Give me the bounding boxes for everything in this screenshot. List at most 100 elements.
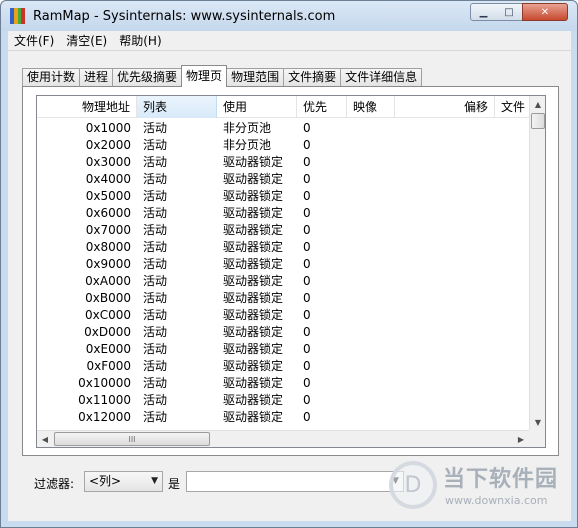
table-row[interactable]: 0x3000 活动 驱动器锁定 0 bbox=[37, 154, 529, 171]
minimize-icon: ▁ bbox=[479, 6, 488, 18]
scroll-right-icon[interactable]: ▶ bbox=[513, 431, 529, 447]
list-body: 0x1000 活动 非分页池 0 0x2000 活动 非分页池 0 0x3000 活动 驱动器锁定 0… bbox=[37, 120, 529, 427]
tab-priority-summary[interactable]: 优先级摘要 bbox=[112, 68, 183, 87]
maximize-icon: □ bbox=[504, 6, 514, 18]
title-bar[interactable]: RamMap - Sysinternals: www.sysinternals.… bbox=[1, 1, 577, 31]
cell-list: 活动 bbox=[143, 206, 168, 220]
table-row[interactable]: 0x13000活动驱动器锁定0 bbox=[37, 426, 529, 427]
horizontal-scrollbar[interactable]: ◀ III ▶ bbox=[37, 430, 529, 447]
table-row[interactable]: 0x9000 活动 驱动器锁定 0 bbox=[37, 256, 529, 273]
cell-priority: 0 bbox=[303, 342, 311, 356]
cell-use: 驱动器锁定 bbox=[223, 359, 284, 373]
table-row[interactable]: 0xE000 活动 驱动器锁定 0 bbox=[37, 341, 529, 358]
cell-use: 驱动器锁定 bbox=[223, 223, 284, 237]
maximize-button[interactable]: □ bbox=[496, 3, 523, 21]
vertical-scroll-thumb[interactable] bbox=[531, 113, 545, 129]
filter-value-select[interactable]: ▼ bbox=[186, 471, 404, 492]
filter-column-select[interactable]: <列> ▼ bbox=[84, 471, 163, 492]
table-row[interactable]: 0x6000 活动 驱动器锁定 0 bbox=[37, 205, 529, 222]
table-row[interactable]: 0xB000 活动 驱动器锁定 0 bbox=[37, 290, 529, 307]
cell-list: 活动 bbox=[143, 257, 168, 271]
menu-file[interactable]: 文件(F) bbox=[8, 32, 60, 49]
table-row[interactable]: 0x10000 活动 驱动器锁定 0 bbox=[37, 375, 529, 392]
scroll-left-icon[interactable]: ◀ bbox=[37, 431, 53, 447]
table-row[interactable]: 0x5000 活动 驱动器锁定 0 bbox=[37, 188, 529, 205]
table-row[interactable]: 0x8000 活动 驱动器锁定 0 bbox=[37, 239, 529, 256]
table-row[interactable]: 0x2000 活动 非分页池 0 bbox=[37, 137, 529, 154]
table-row[interactable]: 0x1000 活动 非分页池 0 bbox=[37, 120, 529, 137]
cell-use: 驱动器锁定 bbox=[223, 274, 284, 288]
cell-priority: 0 bbox=[303, 172, 311, 186]
table-row[interactable]: 0x11000 活动 驱动器锁定 0 bbox=[37, 392, 529, 409]
cell-priority: 0 bbox=[303, 138, 311, 152]
cell-list: 活动 bbox=[143, 376, 168, 390]
tab-file-summary[interactable]: 文件摘要 bbox=[283, 68, 342, 87]
window-title: RamMap - Sysinternals: www.sysinternals.… bbox=[33, 9, 336, 24]
cell-use: 驱动器锁定 bbox=[223, 172, 284, 186]
cell-physical-address: 0x9000 bbox=[85, 257, 131, 271]
tab-processes[interactable]: 进程 bbox=[79, 68, 114, 87]
tab-use-counts[interactable]: 使用计数 bbox=[22, 68, 81, 87]
cell-list: 活动 bbox=[143, 359, 168, 373]
table-row[interactable]: 0x7000 活动 驱动器锁定 0 bbox=[37, 222, 529, 239]
cell-physical-address: 0x2000 bbox=[85, 138, 131, 152]
column-list[interactable]: 列表 bbox=[137, 96, 217, 118]
cell-list: 活动 bbox=[143, 308, 168, 322]
column-offset[interactable]: 偏移 bbox=[395, 96, 495, 118]
close-button[interactable]: ✕ bbox=[522, 3, 568, 21]
cell-priority: 0 bbox=[303, 376, 311, 390]
tab-physical-pages[interactable]: 物理页 bbox=[181, 65, 228, 87]
menu-empty[interactable]: 清空(E) bbox=[60, 32, 113, 49]
physical-pages-panel: 物理地址 列表 使用 优先 映像 偏移 文件 0x1000 活动 非分页池 0 0x20… bbox=[22, 86, 559, 456]
cell-priority: 0 bbox=[303, 291, 311, 305]
cell-use: 驱动器锁定 bbox=[223, 376, 284, 390]
column-file[interactable]: 文件 bbox=[495, 96, 529, 118]
column-image[interactable]: 映像 bbox=[347, 96, 395, 118]
cell-physical-address: 0x13000 bbox=[37, 426, 137, 427]
cell-priority: 0 bbox=[303, 206, 311, 220]
filter-is-label: 是 bbox=[168, 477, 181, 491]
menu-help[interactable]: 帮助(H) bbox=[113, 32, 167, 49]
client-area: 使用计数 进程 优先级摘要 物理页 物理范围 文件摘要 文件详细信息 物理地址 … bbox=[8, 51, 571, 521]
cell-priority: 0 bbox=[303, 308, 311, 322]
table-row[interactable]: 0xA000 活动 驱动器锁定 0 bbox=[37, 273, 529, 290]
rammap-app-icon[interactable] bbox=[10, 8, 25, 24]
cell-use: 驱动器锁定 bbox=[223, 342, 284, 356]
horizontal-scroll-thumb[interactable]: III bbox=[54, 432, 210, 446]
table-row[interactable]: 0x4000 活动 驱动器锁定 0 bbox=[37, 171, 529, 188]
cell-use: 驱动器锁定 bbox=[223, 155, 284, 169]
cell-use: 驱动器锁定 bbox=[223, 393, 284, 407]
scroll-up-icon[interactable]: ▲ bbox=[530, 96, 545, 112]
cell-use: 驱动器锁定 bbox=[223, 308, 284, 322]
cell-list: 活动 bbox=[143, 121, 168, 135]
tab-file-details[interactable]: 文件详细信息 bbox=[340, 68, 423, 87]
cell-list: 活动 bbox=[143, 223, 168, 237]
cell-physical-address: 0x8000 bbox=[85, 240, 131, 254]
physical-pages-list[interactable]: 物理地址 列表 使用 优先 映像 偏移 文件 0x1000 活动 非分页池 0 0x20… bbox=[36, 95, 546, 448]
column-priority[interactable]: 优先 bbox=[297, 96, 347, 118]
cell-priority: 0 bbox=[303, 393, 311, 407]
cell-priority: 0 bbox=[303, 410, 311, 424]
table-row[interactable]: 0xD000 活动 驱动器锁定 0 bbox=[37, 324, 529, 341]
cell-use: 驱动器锁定 bbox=[223, 240, 284, 254]
cell-physical-address: 0x5000 bbox=[85, 189, 131, 203]
cell-physical-address: 0xA000 bbox=[85, 274, 131, 288]
cell-priority: 0 bbox=[303, 240, 311, 254]
table-row[interactable]: 0xC000 活动 驱动器锁定 0 bbox=[37, 307, 529, 324]
minimize-button[interactable]: ▁ bbox=[470, 3, 497, 21]
cell-priority: 0 bbox=[303, 121, 311, 135]
cell-use: 非分页池 bbox=[223, 138, 272, 152]
column-use[interactable]: 使用 bbox=[217, 96, 297, 118]
cell-use: 驱动器锁定 bbox=[223, 189, 284, 203]
cell-list: 活动 bbox=[143, 291, 168, 305]
list-header: 物理地址 列表 使用 优先 映像 偏移 文件 bbox=[37, 96, 529, 118]
column-physical-address[interactable]: 物理地址 bbox=[37, 96, 137, 118]
scroll-down-icon[interactable]: ▼ bbox=[530, 414, 545, 430]
vertical-scrollbar[interactable]: ▲ ▼ bbox=[529, 96, 545, 430]
table-row[interactable]: 0xF000 活动 驱动器锁定 0 bbox=[37, 358, 529, 375]
close-icon: ✕ bbox=[540, 6, 550, 18]
table-row[interactable]: 0x12000 活动 驱动器锁定 0 bbox=[37, 409, 529, 426]
app-icon-stripe bbox=[21, 8, 25, 24]
watermark-url: www.downxia.com bbox=[445, 494, 548, 507]
tab-physical-ranges[interactable]: 物理范围 bbox=[226, 68, 285, 87]
